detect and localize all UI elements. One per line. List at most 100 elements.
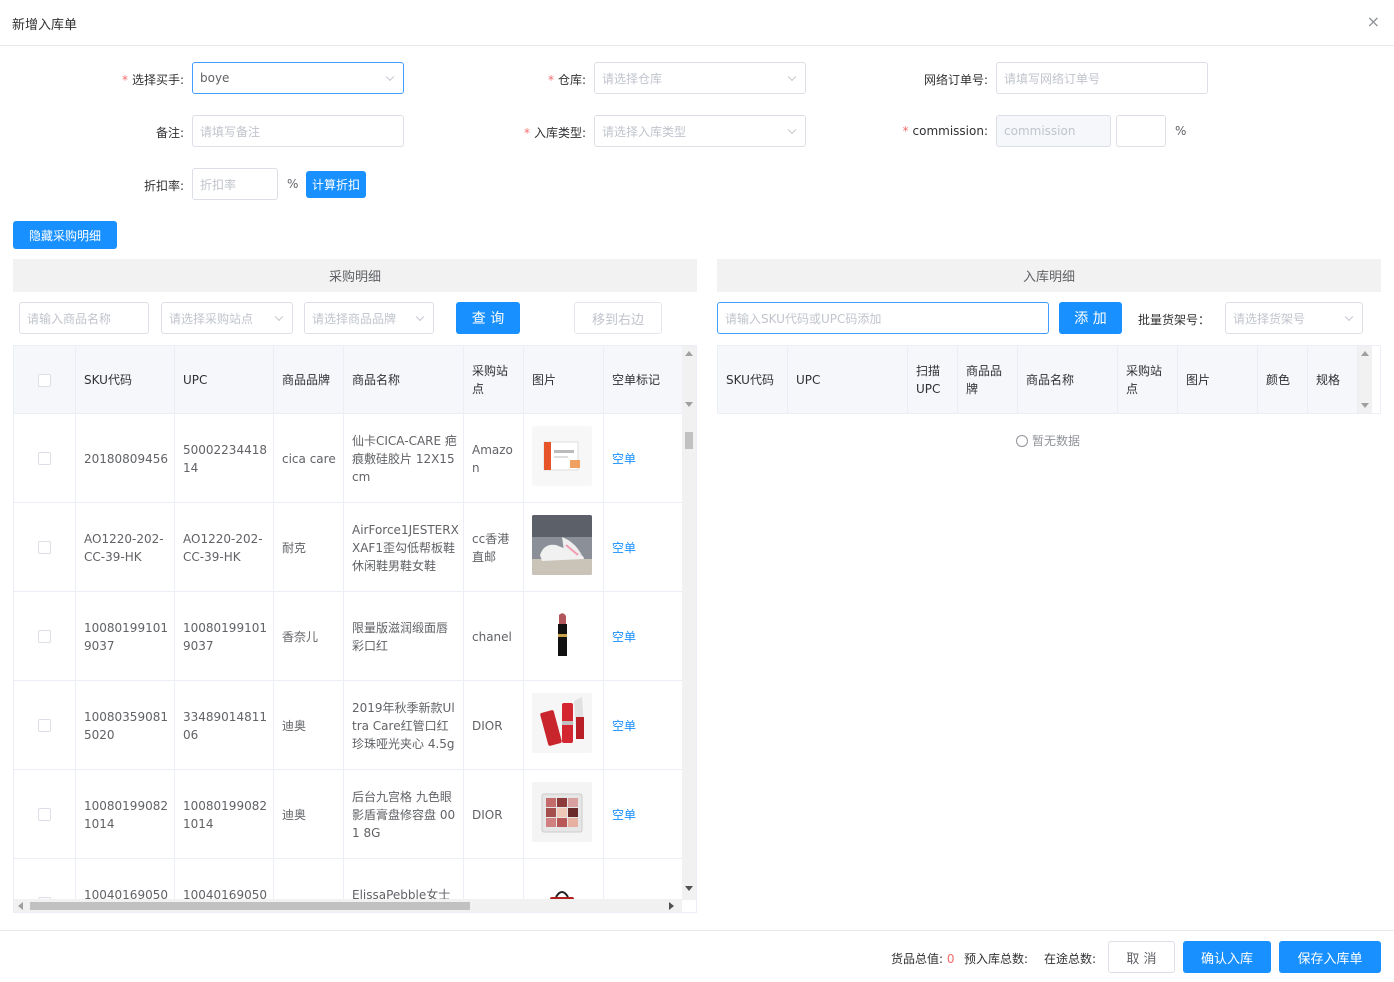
dialog-title: 新增入库单 bbox=[12, 18, 78, 33]
col-scan-upc: 扫描UPC bbox=[908, 346, 958, 413]
cell-empty-mark[interactable]: 空单 bbox=[604, 770, 682, 859]
cell-upc-text: 100801990821014 bbox=[183, 798, 267, 831]
commission-label: * commission: bbox=[902, 124, 988, 138]
scroll-left-icon[interactable] bbox=[18, 902, 23, 910]
cell-empty-mark-text[interactable]: 空单 bbox=[612, 450, 636, 468]
scroll-down-icon[interactable] bbox=[685, 402, 693, 407]
cell-upc: 100801991019037 bbox=[175, 592, 274, 681]
cell-image bbox=[524, 592, 604, 681]
table-row[interactable]: 20180809456 5000223441814 cica care 仙卡CICA-… bbox=[14, 414, 682, 503]
purchase-table-vscrollbar[interactable] bbox=[682, 346, 696, 900]
in-type-select[interactable]: 请选择入库类型 bbox=[594, 115, 806, 147]
shelf-label: 批量货架号： bbox=[1138, 313, 1211, 327]
confirm-stock-in-button[interactable]: 确认入库 bbox=[1183, 941, 1271, 973]
cell-upc-text: 100801991019037 bbox=[183, 620, 267, 653]
order-no-input[interactable]: 请填写网络订单号 bbox=[996, 62, 1208, 94]
cell-upc: 5000223441814 bbox=[175, 414, 274, 503]
sku-upc-input[interactable]: 请输入SKU代码或UPC码添加 bbox=[717, 302, 1049, 334]
row-checkbox[interactable] bbox=[38, 452, 51, 465]
row-checkbox[interactable] bbox=[38, 630, 51, 643]
cell-site: chanel bbox=[464, 592, 524, 681]
cell-upc: 100801990821014 bbox=[175, 770, 274, 859]
cell-empty-mark[interactable]: 空单 bbox=[604, 414, 682, 503]
chevron-down-icon bbox=[415, 312, 425, 322]
scroll-up-icon[interactable] bbox=[685, 351, 693, 356]
col-upc: UPC bbox=[788, 346, 908, 413]
table-row[interactable]: 100801990821014 100801990821014 迪奥 后台九宫格 九色… bbox=[14, 770, 682, 859]
cell-upc-text: AO1220-202-CC-39-HK bbox=[183, 531, 263, 564]
discount-input[interactable]: 折扣率 bbox=[192, 168, 278, 200]
hide-purchase-detail-button[interactable]: 隐藏采购明细 bbox=[13, 221, 117, 249]
row-checkbox[interactable] bbox=[38, 808, 51, 821]
commission-input: commission bbox=[996, 115, 1111, 147]
cell-sku: 100801991019037 bbox=[76, 592, 175, 681]
query-button[interactable]: 查 询 bbox=[456, 302, 520, 334]
cell-empty-mark-text[interactable]: 空单 bbox=[612, 539, 636, 557]
cell-image bbox=[524, 681, 604, 770]
cell-site: DIOR bbox=[464, 681, 524, 770]
close-icon[interactable]: × bbox=[1367, 12, 1380, 31]
select-all-cell bbox=[14, 346, 76, 414]
row-checkbox[interactable] bbox=[38, 719, 51, 732]
table-row[interactable]: 100803590815020 3348901481106 迪奥 2019年秋季新款U… bbox=[14, 681, 682, 770]
cell-empty-mark-text[interactable]: 空单 bbox=[612, 806, 636, 824]
product-name-input[interactable]: 请输入商品名称 bbox=[19, 302, 149, 334]
commission-percent-input[interactable] bbox=[1116, 115, 1166, 147]
cell-image bbox=[524, 503, 604, 592]
cell-product-name: 2019年秋季新款Ultra Care红管口红珍珠哑光夹心 4.5g bbox=[344, 681, 464, 770]
cell-select bbox=[14, 503, 76, 592]
vscroll-thumb[interactable] bbox=[685, 432, 693, 449]
cell-brand-text: 迪奥 bbox=[282, 807, 307, 822]
stock-in-table: SKU代码 UPC 扫描UPC 商品品牌 商品名称 采购站点 图片 颜色 规格 bbox=[717, 345, 1381, 414]
warehouse-label: * 仓库: bbox=[547, 73, 586, 87]
stock-in-table-vscrollbar[interactable] bbox=[1358, 346, 1372, 413]
warehouse-select[interactable]: 请选择仓库 bbox=[594, 62, 806, 94]
calc-discount-button[interactable]: 计算折扣 bbox=[306, 171, 366, 198]
hscroll-thumb[interactable] bbox=[30, 902, 470, 910]
cell-empty-mark[interactable]: 空单 bbox=[604, 681, 682, 770]
cell-select bbox=[14, 414, 76, 503]
product-image bbox=[532, 426, 592, 491]
move-right-button[interactable]: 移到右边 bbox=[574, 302, 662, 334]
shelf-select[interactable]: 请选择货架号 bbox=[1225, 302, 1363, 334]
col-spec: 规格 bbox=[1308, 346, 1358, 413]
cell-product-name: AirForce1JESTERXXAF1歪勾低帮板鞋休闲鞋男鞋女鞋 bbox=[344, 503, 464, 592]
product-brand-select[interactable]: 请选择商品品牌 bbox=[304, 302, 434, 334]
discount-label: 折扣率: bbox=[143, 179, 184, 193]
commission-unit: % bbox=[1175, 124, 1187, 138]
buyer-select[interactable]: boye bbox=[192, 62, 404, 94]
select-all-checkbox[interactable] bbox=[38, 373, 51, 387]
product-image bbox=[532, 604, 592, 669]
scroll-down-icon[interactable] bbox=[685, 886, 693, 891]
cell-product-name-text: 仙卡CICA-CARE 疤痕敷硅胶片 12X15cm bbox=[352, 433, 457, 484]
cell-brand-text: cica care bbox=[282, 451, 336, 466]
cell-site: Amazon bbox=[464, 414, 524, 503]
cell-product-name-text: 2019年秋季新款Ultra Care红管口红珍珠哑光夹心 4.5g bbox=[352, 700, 455, 751]
add-button[interactable]: 添 加 bbox=[1059, 302, 1122, 334]
cell-empty-mark[interactable]: 空单 bbox=[604, 592, 682, 681]
cell-sku-text: AO1220-202-CC-39-HK bbox=[84, 531, 164, 564]
cell-product-name-text: 后台九宫格 九色眼影盾膏盘修容盘 001 8G bbox=[352, 789, 456, 840]
purchase-site-select[interactable]: 请选择采购站点 bbox=[161, 302, 293, 334]
scroll-up-icon[interactable] bbox=[1361, 351, 1369, 356]
scroll-right-icon[interactable] bbox=[669, 902, 674, 910]
stock-in-detail-header: 入库明细 bbox=[717, 259, 1381, 292]
cell-select bbox=[14, 592, 76, 681]
row-checkbox[interactable] bbox=[38, 541, 51, 554]
transit-total-stat: 在途总数: bbox=[1044, 952, 1097, 966]
save-stock-in-button[interactable]: 保存入库单 bbox=[1279, 941, 1381, 973]
cancel-button[interactable]: 取 消 bbox=[1108, 941, 1175, 973]
col-image: 图片 bbox=[524, 346, 604, 414]
chevron-down-icon bbox=[1344, 312, 1354, 322]
cell-empty-mark[interactable]: 空单 bbox=[604, 503, 682, 592]
table-row[interactable]: 100801991019037 100801991019037 香奈儿 限量版滋润缎面… bbox=[14, 592, 682, 681]
table-row[interactable]: AO1220-202-CC-39-HK AO1220-202-CC-39-HK 耐克… bbox=[14, 503, 682, 592]
cell-product-name: 限量版滋润缎面唇彩口红 bbox=[344, 592, 464, 681]
purchase-table-hscrollbar[interactable] bbox=[14, 899, 682, 912]
cell-empty-mark-text[interactable]: 空单 bbox=[612, 717, 636, 735]
dialog-header: 新增入库单 × bbox=[0, 0, 1394, 46]
order-no-label: 网络订单号: bbox=[923, 73, 988, 87]
cell-empty-mark-text[interactable]: 空单 bbox=[612, 628, 636, 646]
scroll-down-icon[interactable] bbox=[1361, 403, 1369, 408]
remark-input[interactable]: 请填写备注 bbox=[192, 115, 404, 147]
